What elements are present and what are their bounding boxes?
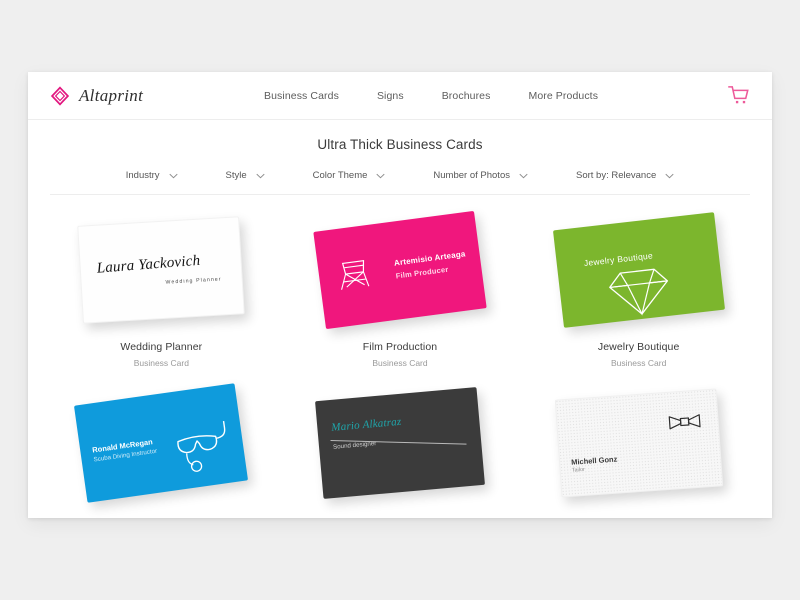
browser-page-surface: Altaprint Business Cards Signs Brochures…: [28, 72, 772, 518]
product-card-wedding-planner[interactable]: Laura Yackovich Wedding Planner Wedding …: [42, 201, 281, 368]
filter-color-theme[interactable]: Color Theme: [313, 170, 386, 181]
nav-item-business-cards[interactable]: Business Cards: [264, 90, 339, 102]
director-chair-icon: [335, 253, 374, 298]
product-title: Wedding Planner: [120, 341, 203, 353]
bow-tie-icon: [667, 411, 703, 438]
product-grid: Laura Yackovich Wedding Planner Wedding …: [28, 201, 772, 518]
product-subtitle: Business Card: [133, 358, 189, 368]
shopping-cart-icon[interactable]: [726, 84, 752, 108]
product-card-film-production[interactable]: Artemisio Arteaga Film Producer Film Pro…: [281, 201, 520, 368]
filter-sort-by[interactable]: Sort by: Relevance: [576, 170, 674, 181]
chevron-down-icon: [519, 173, 528, 179]
filter-number-of-photos[interactable]: Number of Photos: [433, 170, 528, 181]
nav-item-brochures[interactable]: Brochures: [442, 90, 491, 102]
filter-sort-by-label: Sort by: Relevance: [575, 170, 657, 181]
business-card-design-jewelry: Jewelry Boutique: [552, 212, 725, 328]
business-card-design-scuba: Ronald McRegan Scuba Diving Instructor: [74, 383, 249, 503]
filter-style[interactable]: Style: [226, 170, 265, 181]
filter-bar: Industry Style Color Theme Number of Pho…: [50, 170, 750, 195]
card-name: Mario Alkatraz: [330, 415, 402, 434]
chevron-down-icon: [168, 173, 178, 179]
chevron-down-icon: [376, 173, 385, 179]
product-card-tailor[interactable]: Michell Gonz Tailor: [519, 374, 758, 518]
product-thumbnail: Michell Gonz Tailor: [519, 374, 758, 512]
card-name: Artemisio Arteaga: [393, 249, 467, 268]
brand-logo[interactable]: Altaprint: [50, 86, 143, 106]
product-thumbnail: Mario Alkatraz Sound designer: [281, 374, 520, 512]
site-header: Altaprint Business Cards Signs Brochures…: [28, 72, 772, 120]
product-subtitle: Business Card: [372, 358, 428, 368]
business-card-design-sound: Mario Alkatraz Sound designer: [315, 387, 485, 499]
filter-industry-label: Industry: [125, 170, 160, 181]
product-thumbnail: Jewelry Boutique: [519, 201, 758, 339]
diving-mask-snorkel-icon: [170, 416, 240, 485]
business-card-design-wedding: Laura Yackovich Wedding Planner: [77, 216, 246, 324]
product-card-scuba-diving[interactable]: Ronald McRegan Scuba Diving Instructor: [42, 374, 281, 518]
card-role: Wedding Planner: [165, 276, 223, 286]
chevron-down-icon: [665, 173, 674, 179]
product-card-sound-designer[interactable]: Mario Alkatraz Sound designer: [281, 374, 520, 518]
filter-style-label: Style: [225, 170, 247, 181]
card-role: Film Producer: [395, 264, 449, 281]
product-title: Film Production: [362, 341, 438, 353]
card-name: Laura Yackovich: [96, 252, 202, 277]
card-role: Sound designer: [332, 440, 377, 451]
card-name: Michell Gonz: [570, 454, 618, 467]
brand-name: Altaprint: [79, 85, 144, 105]
filter-color-theme-label: Color Theme: [312, 170, 368, 181]
business-card-design-tailor: Michell Gonz Tailor: [554, 388, 723, 498]
diamond-logo-icon: [50, 85, 70, 106]
business-card-design-film: Artemisio Arteaga Film Producer: [313, 210, 487, 330]
product-card-jewelry-boutique[interactable]: Jewelry Boutique Jewelry Boutique Busine…: [519, 201, 758, 368]
gem-diamond-icon: [600, 263, 680, 326]
card-role: Tailor: [571, 466, 585, 474]
page-title: Ultra Thick Business Cards: [317, 137, 483, 152]
product-subtitle: Business Card: [611, 358, 667, 368]
chevron-down-icon: [256, 173, 265, 179]
filter-industry[interactable]: Industry: [126, 170, 178, 181]
product-thumbnail: Ronald McRegan Scuba Diving Instructor: [42, 374, 281, 512]
main-navigation: Business Cards Signs Brochures More Prod…: [264, 90, 598, 102]
filter-number-of-photos-label: Number of Photos: [433, 170, 510, 181]
nav-item-signs[interactable]: Signs: [377, 90, 404, 102]
product-title: Jewelry Boutique: [597, 341, 680, 353]
product-thumbnail: Artemisio Arteaga Film Producer: [281, 201, 520, 339]
product-thumbnail: Laura Yackovich Wedding Planner: [42, 201, 281, 339]
nav-item-more-products[interactable]: More Products: [528, 90, 598, 102]
